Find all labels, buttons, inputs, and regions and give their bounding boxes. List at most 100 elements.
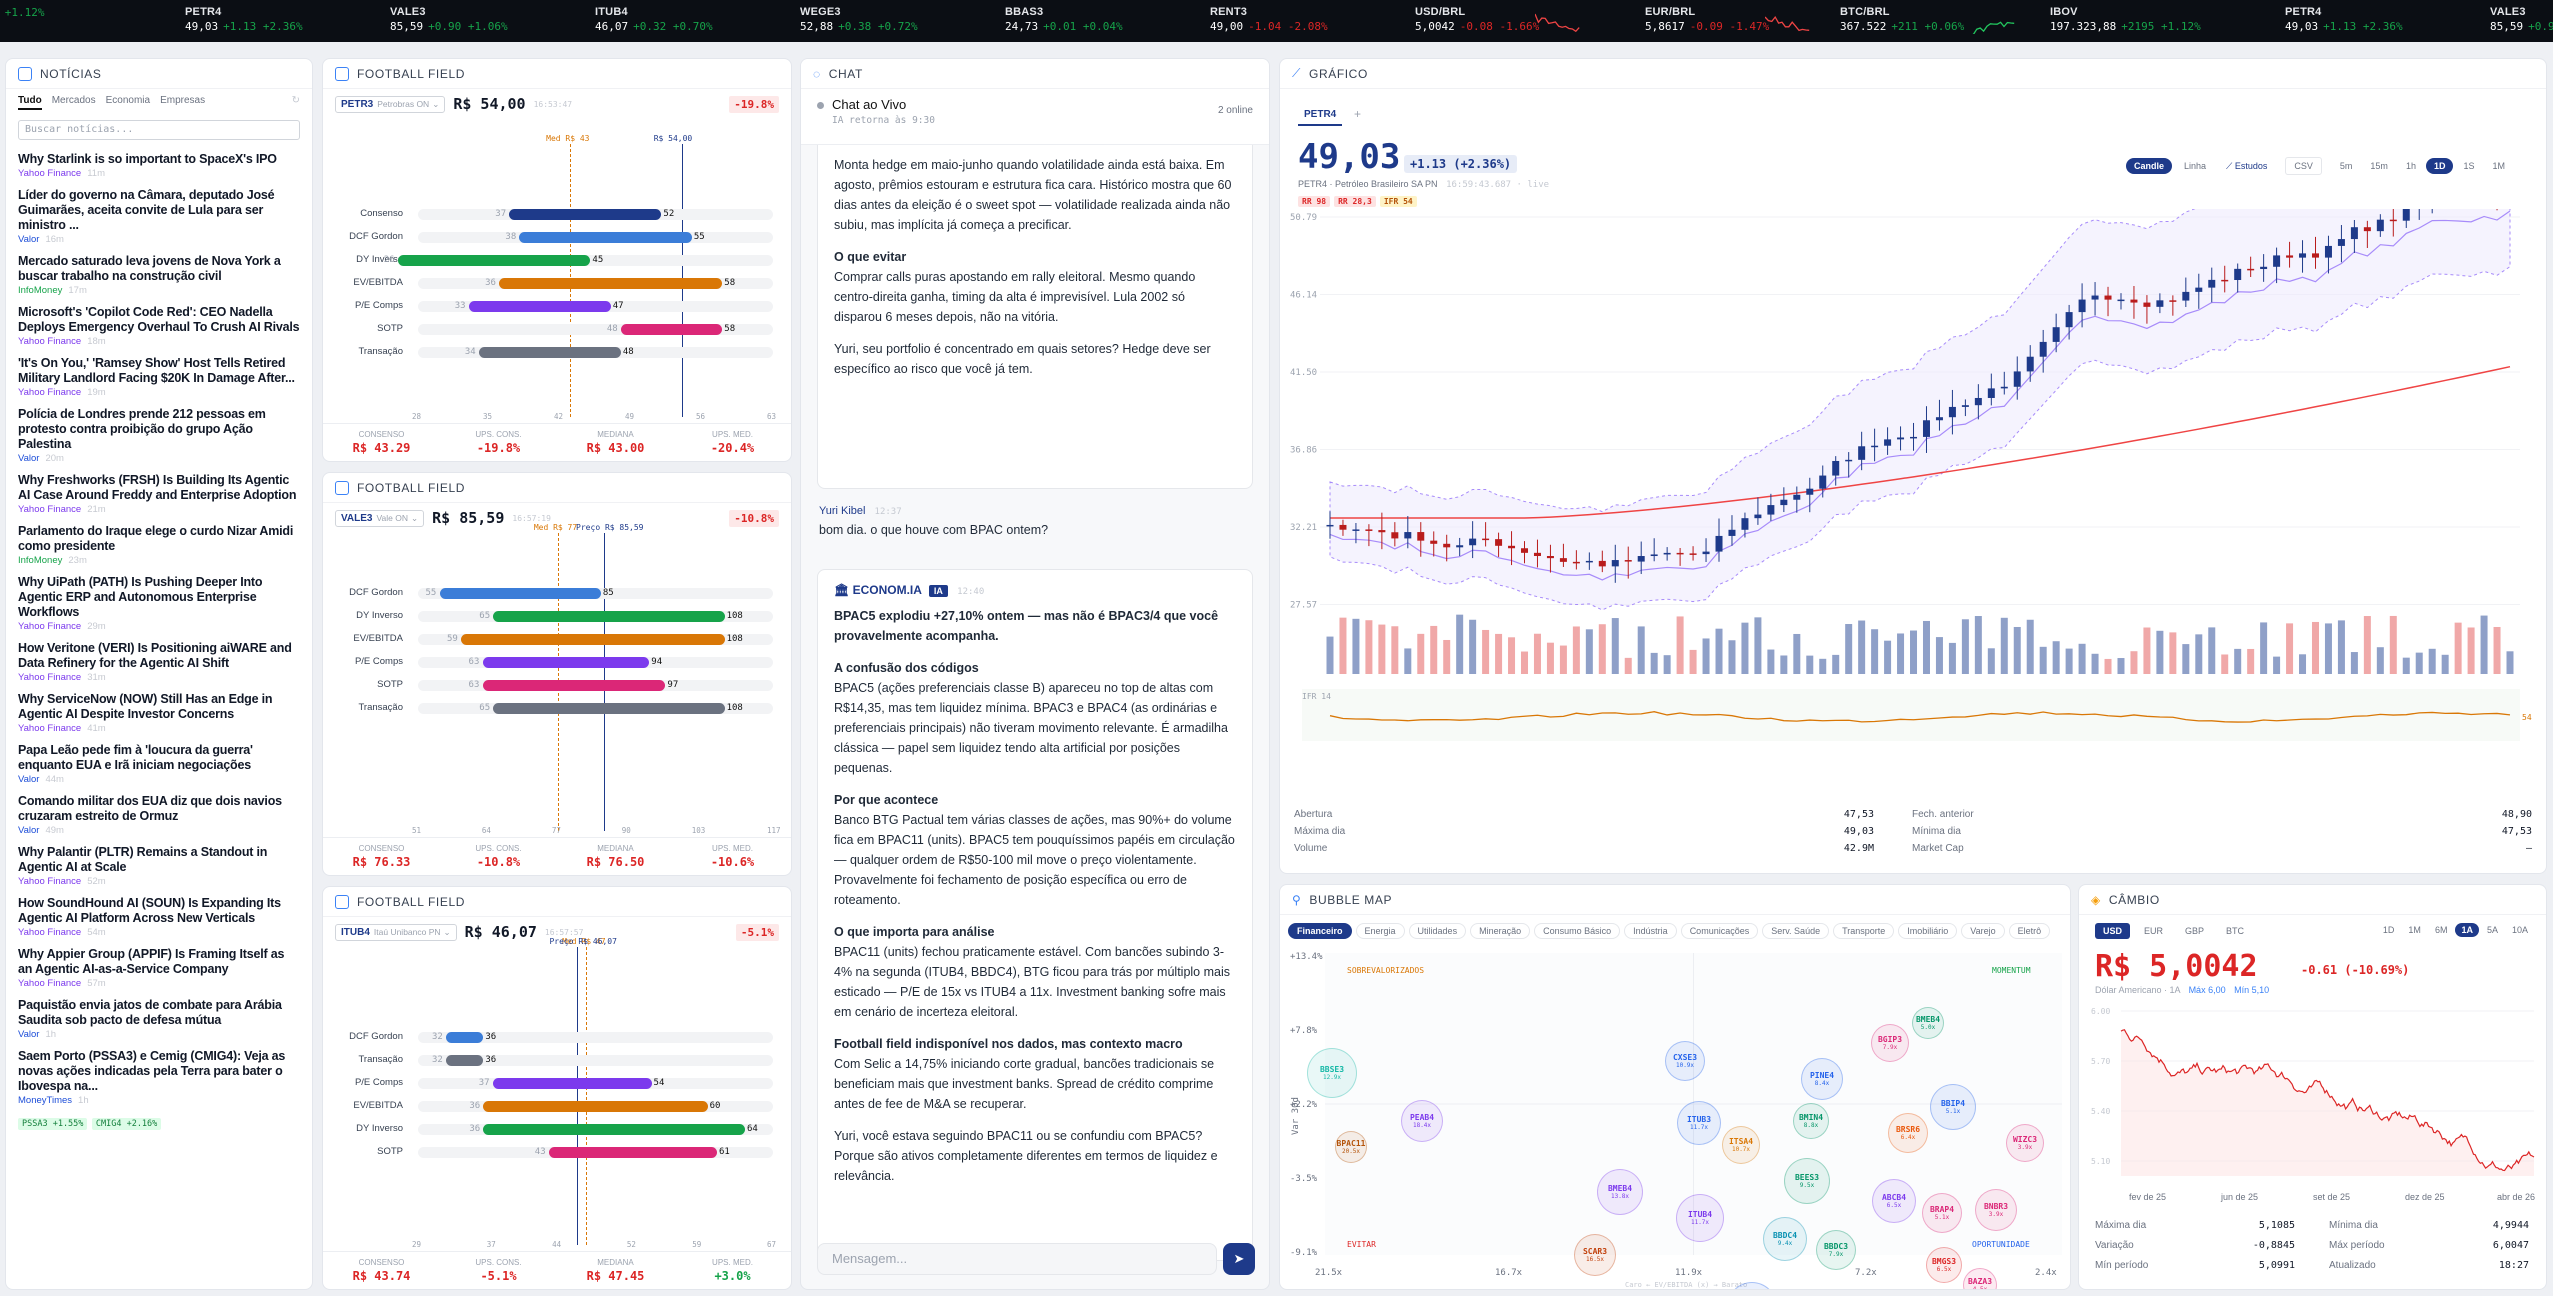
fx-range-6M[interactable]: 6M (2429, 923, 2454, 937)
bubble[interactable]: BPAC11 20.5x (1335, 1131, 1367, 1163)
bubble[interactable]: BRSR6 6.4x (1888, 1113, 1928, 1153)
bubble[interactable]: WIZC3 3.9x (2006, 1124, 2044, 1162)
sector-chip[interactable]: Financeiro (1288, 923, 1352, 939)
ticker-item[interactable]: VALE3 85,59 +0.90 +1.06% (390, 5, 508, 37)
ticker-item[interactable]: ITUB4 46,07 +0.32 +0.70% (595, 5, 713, 37)
sector-chip[interactable]: Comunicações (1680, 923, 1759, 939)
news-item[interactable]: Why Appier Group (APPIF) Is Framing Itse… (6, 943, 312, 994)
valuation-range-bar[interactable] (483, 1101, 708, 1112)
bubble[interactable]: BNBR3 3.9x (1975, 1189, 2017, 1231)
valuation-range-bar[interactable] (509, 209, 662, 220)
bubble[interactable]: BMEB4 13.8x (1597, 1169, 1643, 1215)
valuation-range-bar[interactable] (446, 1055, 484, 1066)
range-button-1M[interactable]: 1M (2484, 158, 2513, 174)
ticker-item[interactable]: BBAS3 24,73 +0.01 +0.04% (1005, 5, 1123, 37)
valuation-range-bar[interactable] (397, 255, 591, 266)
bubble[interactable]: BBDC3 7.9x (1816, 1230, 1856, 1270)
news-item[interactable]: Paquistão envia jatos de combate para Ar… (6, 994, 312, 1045)
valuation-range-bar[interactable] (519, 232, 692, 243)
sector-chip[interactable]: Consumo Básico (1534, 923, 1621, 939)
news-item[interactable]: Líder do governo na Câmara, deputado Jos… (6, 184, 312, 250)
news-item[interactable]: Comando militar dos EUA diz que dois nav… (6, 790, 312, 841)
sector-chip[interactable]: Utilidades (1408, 923, 1467, 939)
bubble[interactable]: ABCB4 6.5x (1872, 1179, 1916, 1223)
bubble[interactable]: BBIP4 5.1x (1930, 1084, 1976, 1130)
valuation-range-bar[interactable] (468, 301, 611, 312)
ticker-item[interactable]: EUR/BRL 5,8617 -0.09 -1.47% (1645, 5, 1810, 37)
currency-button-BTC[interactable]: BTC (2218, 923, 2252, 939)
sector-chip[interactable]: Indústria (1624, 923, 1677, 939)
ticker-select[interactable]: VALE3 Vale ON ⌄ (335, 509, 425, 527)
bubble[interactable]: ITUB4 11.7x (1676, 1194, 1724, 1242)
bubble[interactable]: BBDC4 9.4x (1763, 1217, 1807, 1261)
ticker-select[interactable]: PETR3 Petrobras ON ⌄ (335, 95, 446, 113)
news-item[interactable]: Saem Porto (PSSA3) e Cemig (CMIG4): Veja… (6, 1045, 312, 1111)
news-item[interactable]: Mercado saturado leva jovens de Nova Yor… (6, 250, 312, 301)
bubble[interactable]: BEES3 9.5x (1784, 1158, 1830, 1204)
ticker-item[interactable]: WEGE3 52,88 +0.38 +0.72% (800, 5, 918, 37)
currency-button-USD[interactable]: USD (2095, 923, 2131, 939)
valuation-range-bar[interactable] (548, 1147, 717, 1158)
news-item[interactable]: Parlamento do Iraque elege o curdo Nizar… (6, 520, 312, 571)
valuation-range-bar[interactable] (493, 611, 725, 622)
range-button-1S[interactable]: 1S (2455, 158, 2482, 174)
tab-petr4[interactable]: PETR4 (1298, 109, 1343, 126)
currency-button-EUR[interactable]: EUR (2136, 923, 2171, 939)
news-item[interactable]: Polícia de Londres prende 212 pessoas em… (6, 403, 312, 469)
candle-mode-button[interactable]: Candle (2126, 158, 2173, 174)
news-item[interactable]: Why Starlink is so important to SpaceX's… (6, 148, 312, 184)
news-item[interactable]: Papa Leão pede fim à 'loucura da guerra'… (6, 739, 312, 790)
news-item[interactable]: Microsoft's 'Copilot Code Red': CEO Nade… (6, 301, 312, 352)
candlestick-chart[interactable]: 50.79 46.14 41.50 36.86 32.21 27.57 IFR 14 54 (1280, 209, 2547, 769)
refresh-icon[interactable]: ↻ (292, 95, 300, 110)
bubble[interactable]: BMGS3 6.5x (1926, 1247, 1962, 1283)
ticker-item[interactable]: PETR4 49,03 +1.13 +2.36% (2285, 5, 2403, 37)
range-button-1h[interactable]: 1h (2398, 158, 2424, 174)
bubble[interactable]: ITSA4 10.7x (1722, 1126, 1760, 1164)
ticker-item[interactable]: IBOV 197.323,88 +2195 +1.12% (2050, 5, 2201, 37)
news-item[interactable]: Why UiPath (PATH) Is Pushing Deeper Into… (6, 571, 312, 637)
ticker-tag[interactable]: CMIG4 +2.16% (91, 1118, 162, 1130)
add-tab-button[interactable]: + (1354, 107, 1361, 121)
ticker-item[interactable]: PETR4 49,03 +1.13 +2.36% (185, 5, 303, 37)
bubble[interactable]: ITUB3 11.7x (1677, 1101, 1721, 1145)
range-button-1D[interactable]: 1D (2425, 158, 2454, 174)
ticker-select[interactable]: ITUB4 Itaú Unibanco PN ⌄ (335, 923, 457, 941)
news-item[interactable]: How SoundHound AI (SOUN) Is Expanding It… (6, 892, 312, 943)
fx-range-10A[interactable]: 10A (2506, 923, 2534, 937)
bubble[interactable]: BRAP4 5.1x (1922, 1193, 1962, 1233)
bubble[interactable]: BMEB4 5.0x (1912, 1007, 1944, 1039)
fx-range-5A[interactable]: 5A (2481, 923, 2504, 937)
ticker-item[interactable]: RENT3 49,00 -1.04 -2.08% (1210, 5, 1328, 37)
news-item[interactable]: How Veritone (VERI) Is Positioning aiWAR… (6, 637, 312, 688)
bubble[interactable]: PEAB4 18.4x (1401, 1100, 1443, 1142)
studies-button[interactable]: ⟋ Estudos (2218, 158, 2275, 175)
csv-button[interactable]: CSV (2285, 157, 2322, 175)
valuation-range-bar[interactable] (492, 1078, 652, 1089)
valuation-range-bar[interactable] (482, 657, 650, 668)
ticker-item[interactable]: VALE3 85,59 +0.90 +1.06% (2490, 5, 2553, 37)
chat-message-input[interactable]: Mensagem... (817, 1243, 1217, 1275)
bubble[interactable]: CXSE3 10.9x (1665, 1041, 1705, 1081)
ticker-item[interactable]: USD/BRL 5,0042 -0.08 -1.66% (1415, 5, 1580, 37)
news-item[interactable]: Why ServiceNow (NOW) Still Has an Edge i… (6, 688, 312, 739)
send-button[interactable]: ➤ (1223, 1243, 1255, 1275)
valuation-range-bar[interactable] (499, 278, 723, 289)
valuation-range-bar[interactable] (439, 588, 601, 599)
fx-line-chart[interactable]: 6.00 5.70 5.40 5.10 fev de 25 jun de 25 set de… (2079, 1001, 2547, 1211)
bubble[interactable]: BGIP3 7.9x (1871, 1024, 1909, 1062)
tab-economia[interactable]: Economia (106, 95, 150, 110)
ticker-tag[interactable]: PSSA3 +1.55% (18, 1118, 88, 1130)
valuation-range-bar[interactable] (478, 347, 621, 358)
tab-mercados[interactable]: Mercados (52, 95, 96, 110)
fx-range-1A[interactable]: 1A (2455, 923, 2479, 937)
sector-chip[interactable]: Mineração (1470, 923, 1531, 939)
tab-empresas[interactable]: Empresas (160, 95, 205, 110)
range-button-15m[interactable]: 15m (2362, 158, 2396, 174)
sector-chip[interactable]: Imobiliário (1898, 923, 1958, 939)
ticker-item[interactable]: BTC/BRL 367.522 +211 +0.06% (1840, 5, 2015, 37)
valuation-range-bar[interactable] (483, 1124, 745, 1135)
news-item[interactable]: Why Palantir (PLTR) Remains a Standout i… (6, 841, 312, 892)
bubble[interactable]: BMIN4 8.8x (1793, 1103, 1829, 1139)
fx-range-1M[interactable]: 1M (2402, 923, 2427, 937)
